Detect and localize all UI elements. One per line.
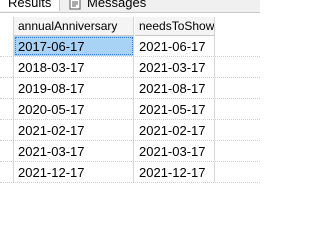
- message-icon: [69, 0, 81, 9]
- table-cell[interactable]: 2021-03-17: [135, 141, 215, 161]
- table-cell[interactable]: 2021-06-17: [135, 36, 215, 56]
- row-selector[interactable]: [0, 120, 14, 140]
- table-row: 2017-06-17 2021-06-17: [0, 36, 260, 57]
- results-grid: annualAnniversary needsToShow 2017-06-17…: [0, 13, 260, 214]
- table-cell-selected[interactable]: 2017-06-17: [14, 36, 134, 56]
- table-cell[interactable]: 2019-08-17: [14, 78, 134, 98]
- table-row: 2020-05-17 2021-05-17: [0, 99, 260, 120]
- row-selector[interactable]: [0, 141, 14, 161]
- table-cell[interactable]: 2021-03-17: [14, 141, 134, 161]
- table-row: 2021-12-17 2021-12-17: [0, 162, 260, 183]
- row-selector[interactable]: [0, 99, 14, 119]
- table-cell[interactable]: 2021-05-17: [135, 99, 215, 119]
- table-cell[interactable]: 2021-12-17: [135, 162, 215, 182]
- tab-results-label: Results: [8, 0, 52, 10]
- row-header-corner[interactable]: [0, 17, 14, 36]
- table-row: 2019-08-17 2021-08-17: [0, 78, 260, 99]
- table-cell[interactable]: 2018-03-17: [14, 57, 134, 77]
- results-tab-bar: Results Messages: [0, 0, 260, 13]
- row-selector[interactable]: [0, 57, 14, 77]
- table-row: 2021-02-17 2021-02-17: [0, 120, 260, 141]
- table-row: 2018-03-17 2021-03-17: [0, 57, 260, 78]
- table-row: 2021-03-17 2021-03-17: [0, 141, 260, 162]
- table-cell[interactable]: 2021-02-17: [14, 120, 134, 140]
- tab-results[interactable]: Results: [0, 0, 60, 11]
- table-cell[interactable]: 2021-12-17: [14, 162, 134, 182]
- table-cell[interactable]: 2021-08-17: [135, 78, 215, 98]
- tab-messages-label: Messages: [87, 0, 147, 10]
- row-selector[interactable]: [0, 162, 14, 182]
- grid-header-row: annualAnniversary needsToShow: [0, 17, 260, 36]
- table-cell[interactable]: 2020-05-17: [14, 99, 134, 119]
- column-header-needsToShow[interactable]: needsToShow: [135, 17, 215, 36]
- column-header-annualAnniversary[interactable]: annualAnniversary: [14, 17, 134, 36]
- row-selector[interactable]: [0, 36, 14, 56]
- tab-messages[interactable]: Messages: [69, 0, 169, 11]
- table-cell[interactable]: 2021-03-17: [135, 57, 215, 77]
- row-selector[interactable]: [0, 78, 14, 98]
- table-cell[interactable]: 2021-02-17: [135, 120, 215, 140]
